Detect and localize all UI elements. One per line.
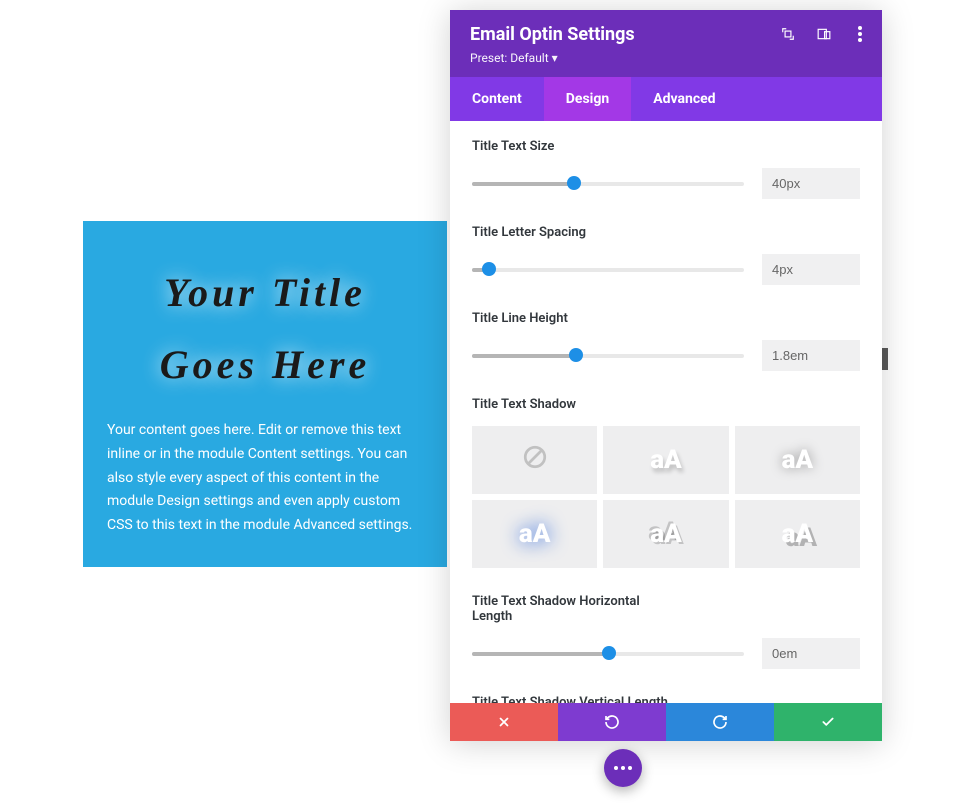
shadow-preset-1[interactable]: aA: [603, 426, 728, 494]
header-icon-group: [778, 24, 870, 44]
label-title-text-shadow: Title Text Shadow: [472, 397, 860, 412]
slider-title-text-size[interactable]: [472, 181, 744, 187]
check-icon: [820, 715, 836, 729]
no-shadow-icon: [522, 444, 548, 477]
input-title-line-height[interactable]: [762, 340, 860, 371]
shadow-preset-4[interactable]: aA: [603, 500, 728, 568]
tabs: Content Design Advanced: [450, 77, 882, 121]
preview-content[interactable]: Your content goes here. Edit or remove t…: [107, 419, 423, 538]
cancel-button[interactable]: [450, 703, 558, 741]
panel-footer: [450, 703, 882, 741]
shadow-preset-none[interactable]: [472, 426, 597, 494]
shadow-preset-3[interactable]: aA: [472, 500, 597, 568]
label-shadow-vertical-length: Title Text Shadow Vertical Length: [472, 695, 672, 703]
tab-design[interactable]: Design: [544, 77, 631, 121]
panel-body: Title Text Size Title Letter Spacing: [450, 121, 882, 703]
slider-title-line-height[interactable]: [472, 353, 744, 359]
tab-advanced[interactable]: Advanced: [631, 77, 737, 121]
preview-title[interactable]: Your Title Goes Here: [107, 257, 423, 401]
close-icon: [497, 715, 511, 729]
tab-content[interactable]: Content: [450, 77, 544, 121]
slider-shadow-horizontal-length[interactable]: [472, 651, 744, 657]
expand-icon[interactable]: [778, 24, 798, 44]
field-title-line-height: Title Line Height: [472, 311, 860, 371]
settings-panel: Email Optin Settings Preset: Default ▾ C…: [450, 10, 882, 741]
preset-selector[interactable]: Preset: Default ▾: [470, 51, 862, 65]
right-edge-scroll-indicator: [882, 348, 888, 370]
shadow-preset-grid: aA aA aA aA aA: [472, 426, 860, 568]
label-shadow-horizontal-length: Title Text Shadow Horizontal Length: [472, 594, 672, 624]
label-title-text-size: Title Text Size: [472, 139, 860, 154]
input-title-letter-spacing[interactable]: [762, 254, 860, 285]
fab-more-button[interactable]: [604, 749, 642, 787]
more-menu-icon[interactable]: [850, 24, 870, 44]
save-button[interactable]: [774, 703, 882, 741]
field-title-text-size: Title Text Size: [472, 139, 860, 199]
responsive-view-icon[interactable]: [814, 24, 834, 44]
shadow-preset-5[interactable]: aA: [735, 500, 860, 568]
redo-button[interactable]: [666, 703, 774, 741]
chevron-down-icon: ▾: [552, 51, 558, 65]
undo-icon: [603, 714, 621, 730]
input-title-text-size[interactable]: [762, 168, 860, 199]
undo-button[interactable]: [558, 703, 666, 741]
slider-title-letter-spacing[interactable]: [472, 267, 744, 273]
field-shadow-vertical-length: Title Text Shadow Vertical Length: [472, 695, 860, 703]
label-title-line-height: Title Line Height: [472, 311, 860, 326]
redo-icon: [711, 714, 729, 730]
panel-header: Email Optin Settings Preset: Default ▾: [450, 10, 882, 77]
more-horizontal-icon: [614, 766, 632, 770]
preview-title-line1: Your Title: [164, 270, 366, 315]
module-preview: Your Title Goes Here Your content goes h…: [83, 221, 447, 567]
shadow-preset-2[interactable]: aA: [735, 426, 860, 494]
label-title-letter-spacing: Title Letter Spacing: [472, 225, 860, 240]
preview-title-line2: Goes Here: [160, 342, 370, 387]
input-shadow-horizontal-length[interactable]: [762, 638, 860, 669]
field-title-text-shadow: Title Text Shadow aA aA aA aA aA: [472, 397, 860, 568]
field-title-letter-spacing: Title Letter Spacing: [472, 225, 860, 285]
field-shadow-horizontal-length: Title Text Shadow Horizontal Length: [472, 594, 860, 669]
